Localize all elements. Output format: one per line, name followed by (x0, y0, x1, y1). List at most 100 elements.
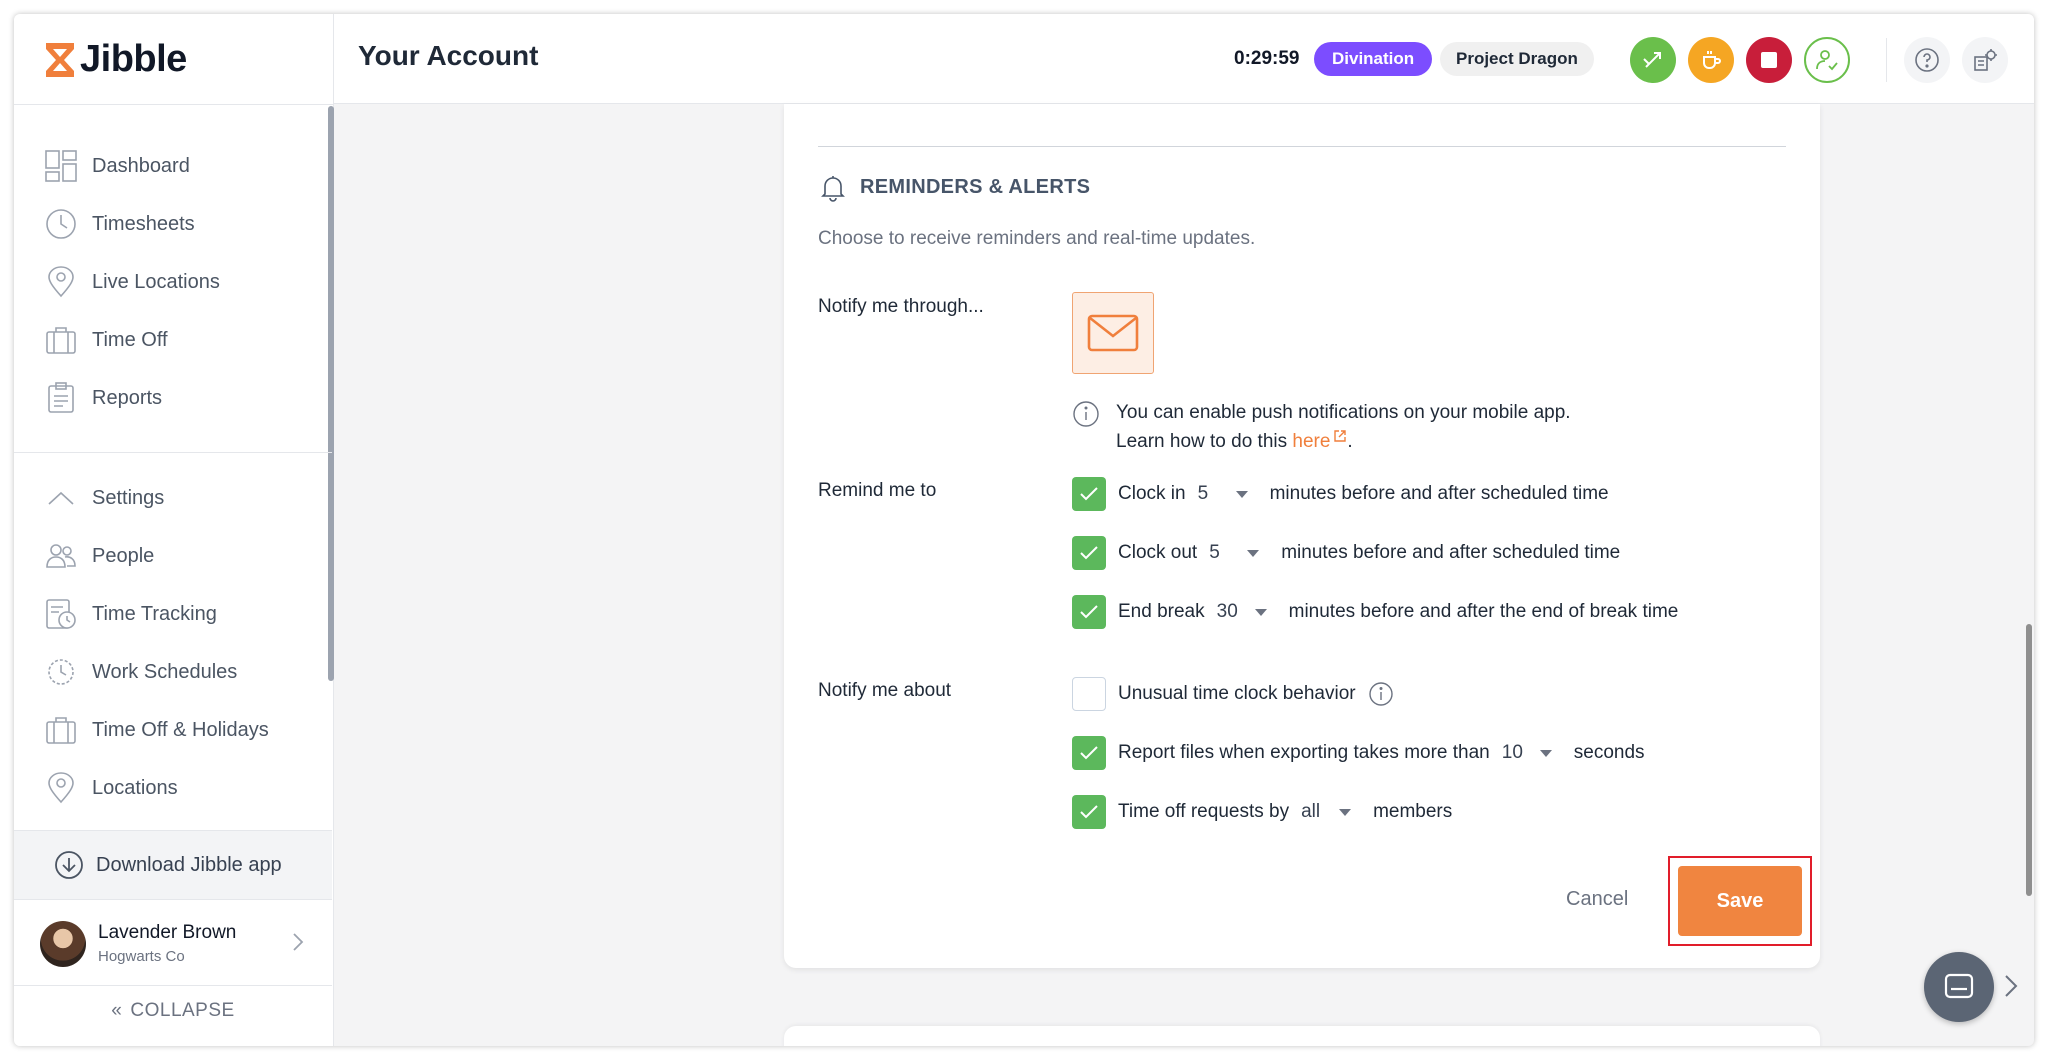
sidebar-item-time-tracking[interactable]: Time Tracking (44, 594, 217, 634)
notify-about-label: Notify me about (818, 680, 952, 701)
download-label: Download Jibble app (96, 853, 282, 876)
info-line-2: Learn how to do this here. (1116, 427, 1571, 456)
unusual-behavior-label: Unusual time clock behavior (1118, 683, 1356, 704)
sidebar-item-label: Reports (92, 386, 163, 409)
sidebar-item-label: Live Locations (92, 270, 220, 293)
info-icon (1073, 401, 1099, 427)
clock-out-label: Clock out (1118, 542, 1198, 563)
sidebar-item-dashboard[interactable]: Dashboard (44, 146, 190, 186)
sidebar-item-time-off[interactable]: Time Off (44, 320, 168, 360)
caret-down-icon (1254, 608, 1267, 616)
info-line-2-prefix: Learn how to do this (1116, 431, 1293, 452)
sidebar-item-timesheets[interactable]: Timesheets (44, 204, 195, 244)
cancel-button[interactable]: Cancel (1566, 888, 1628, 911)
next-section-card (784, 1026, 1820, 1046)
clock-out-minutes-select[interactable]: 5 (1209, 542, 1260, 564)
user-check-icon (1816, 50, 1838, 71)
sidebar-item-reports[interactable]: Reports (44, 378, 162, 418)
unusual-behavior-option: Unusual time clock behavior (1072, 676, 1394, 712)
time-tracking-icon (44, 597, 78, 631)
sidebar-item-label: Work Schedules (92, 660, 238, 683)
sidebar-scrollbar[interactable] (328, 106, 334, 681)
user-org: Hogwarts Co (98, 948, 185, 965)
bell-icon (821, 176, 845, 202)
sidebar-item-label: Timesheets (92, 212, 195, 235)
download-app-button[interactable]: Download Jibble app (14, 830, 332, 900)
end-break-label: End break (1118, 601, 1205, 622)
sidebar-item-locations[interactable]: Locations (44, 768, 178, 808)
org-settings-button[interactable] (1962, 37, 2008, 83)
remind-label: Remind me to (818, 480, 937, 501)
report-export-label: Report files when exporting takes more t… (1118, 742, 1490, 763)
members-scope-select[interactable]: all (1301, 801, 1352, 823)
app-window: Jibble Dashboard Timesheets Live Locatio… (14, 14, 2034, 1046)
info-line-2-suffix: . (1347, 431, 1353, 452)
clock-in-checkbox[interactable] (1072, 477, 1106, 511)
activity-badge[interactable]: Divination (1314, 42, 1433, 76)
help-icon (1915, 48, 1939, 72)
email-channel-toggle[interactable] (1072, 292, 1154, 374)
sidebar-item-label: Time Off (92, 328, 168, 351)
break-button[interactable] (1688, 37, 1734, 83)
chat-button[interactable] (1924, 952, 1994, 1022)
sidebar-item-work-schedules[interactable]: Work Schedules (44, 652, 237, 692)
stop-button[interactable] (1746, 37, 1792, 83)
sidebar-item-settings[interactable]: Settings (44, 478, 164, 518)
end-break-reminder: End break 30 minutes before and after th… (1072, 594, 1678, 630)
section-header: REMINDERS & ALERTS (818, 172, 1090, 202)
push-info: You can enable push notifications on you… (1072, 398, 1571, 456)
clock-icon (44, 207, 78, 241)
select-value: 10 (1501, 742, 1523, 763)
report-export-checkbox[interactable] (1072, 736, 1106, 770)
unusual-behavior-checkbox[interactable] (1072, 677, 1106, 711)
select-value: all (1301, 801, 1321, 822)
end-break-checkbox[interactable] (1072, 595, 1106, 629)
section-title: REMINDERS & ALERTS (860, 175, 1091, 198)
time-off-requests-option: Time off requests by all members (1072, 794, 1452, 830)
report-seconds-select[interactable]: 10 (1502, 742, 1552, 764)
reminders-card: REMINDERS & ALERTS Choose to receive rem… (784, 104, 1820, 968)
dashboard-icon (44, 149, 78, 183)
clock-in-suffix: minutes before and after scheduled time (1269, 483, 1609, 504)
here-link[interactable]: here (1292, 430, 1347, 452)
info-icon[interactable] (1368, 681, 1394, 707)
sidebar-item-label: Settings (92, 486, 165, 509)
logo-text: Jibble (80, 38, 187, 80)
clock-in-label: Clock in (1118, 483, 1186, 504)
user-profile[interactable]: Lavender Brown Hogwarts Co (14, 902, 332, 986)
jibble-logo[interactable]: Jibble (44, 38, 187, 81)
clock-in-minutes-select[interactable]: 5 (1198, 483, 1248, 505)
suitcase-icon (44, 713, 78, 747)
switch-activity-button[interactable] (1630, 37, 1676, 83)
section-description: Choose to receive reminders and real-tim… (818, 228, 1256, 249)
checkmark-icon (1080, 805, 1098, 819)
time-off-requests-suffix: members (1373, 801, 1453, 822)
clock-in-status-button[interactable] (1804, 37, 1850, 83)
divider (818, 146, 1786, 147)
sidebar: Jibble Dashboard Timesheets Live Locatio… (14, 14, 334, 1046)
divider (14, 452, 332, 453)
envelope-icon (1087, 314, 1139, 352)
collapse-button[interactable]: « COLLAPSE (14, 1000, 332, 1022)
sidebar-item-label: Locations (92, 776, 178, 799)
checkmark-icon (1080, 487, 1098, 501)
user-name: Lavender Brown (98, 922, 237, 943)
org-gear-icon (1974, 49, 1997, 71)
info-line-1: You can enable push notifications on you… (1116, 402, 1571, 423)
project-badge[interactable]: Project Dragon (1440, 42, 1594, 76)
sidebar-item-label: Time Off & Holidays (92, 718, 269, 741)
save-button[interactable]: Save (1678, 866, 1802, 936)
sidebar-item-live-locations[interactable]: Live Locations (44, 262, 220, 302)
clock-out-checkbox[interactable] (1072, 536, 1106, 570)
location-pin-icon (44, 771, 78, 805)
top-header: Your Account 0:29:59 Divination Project … (334, 14, 2034, 104)
time-off-requests-checkbox[interactable] (1072, 795, 1106, 829)
select-value: 30 (1216, 601, 1238, 622)
help-button[interactable] (1904, 37, 1950, 83)
sidebar-item-time-off-holidays[interactable]: Time Off & Holidays (44, 710, 269, 750)
end-break-minutes-select[interactable]: 30 (1217, 601, 1267, 623)
external-link-icon (1334, 430, 1347, 442)
sidebar-item-people[interactable]: People (44, 536, 154, 576)
main-scrollbar[interactable] (2026, 624, 2032, 896)
chevron-right-icon[interactable] (2004, 974, 2018, 998)
